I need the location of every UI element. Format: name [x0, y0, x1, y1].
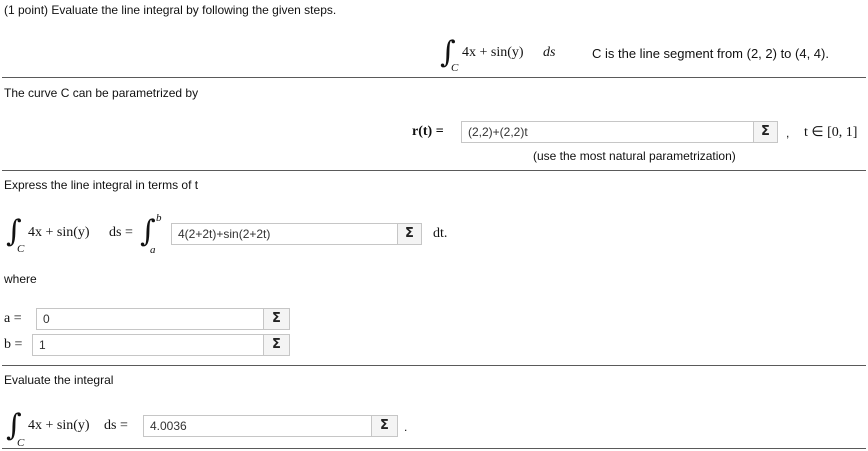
upper-limit: b [156, 212, 162, 224]
where-label: where [4, 272, 37, 286]
differential-equals: ds = [109, 225, 133, 240]
separator-comma: , [786, 126, 790, 140]
lower-bound-input[interactable] [36, 308, 264, 330]
problem-prompt: (1 point) Evaluate the line integral by … [4, 3, 337, 17]
integral-domain: C [17, 243, 25, 255]
equation-editor-button[interactable]: Σ [264, 308, 290, 330]
result-input[interactable] [143, 415, 372, 437]
parameter-range: t ∈ [0, 1] [804, 125, 858, 140]
parametrization-label: r(t) = [412, 124, 444, 139]
integrand: 4x + sin(y) [28, 418, 90, 433]
lower-limit: a [150, 244, 156, 256]
equation-editor-button[interactable]: Σ [372, 415, 398, 437]
definite-integral-sign: ∫ [140, 214, 156, 249]
step1-label: The curve C can be parametrized by [4, 86, 199, 100]
integrand: 4x + sin(y) [462, 45, 524, 60]
divider [2, 365, 866, 366]
integral-domain: C [451, 62, 459, 74]
upper-bound-input[interactable] [32, 334, 264, 356]
equation-editor-button[interactable]: Σ [398, 223, 422, 245]
trailing-period: . [404, 420, 408, 434]
differential: ds [543, 45, 556, 60]
equation-editor-button[interactable]: Σ [754, 121, 778, 143]
lower-bound-label: a = [4, 311, 22, 326]
parametrization-hint: (use the most natural parametrization) [533, 149, 736, 163]
parametrization-input[interactable] [461, 121, 754, 143]
divider [2, 170, 866, 171]
integrand-input[interactable] [171, 223, 398, 245]
equation-editor-button[interactable]: Σ [264, 334, 290, 356]
divider [2, 77, 866, 78]
divider [2, 448, 866, 449]
integrand: 4x + sin(y) [28, 225, 90, 240]
differential-equals: ds = [104, 418, 128, 433]
differential-dt: dt. [433, 226, 448, 241]
upper-bound-label: b = [4, 337, 23, 352]
curve-description: C is the line segment from (2, 2) to (4,… [592, 46, 829, 61]
step2-label: Express the line integral in terms of t [4, 178, 199, 192]
step3-label: Evaluate the integral [4, 373, 114, 387]
